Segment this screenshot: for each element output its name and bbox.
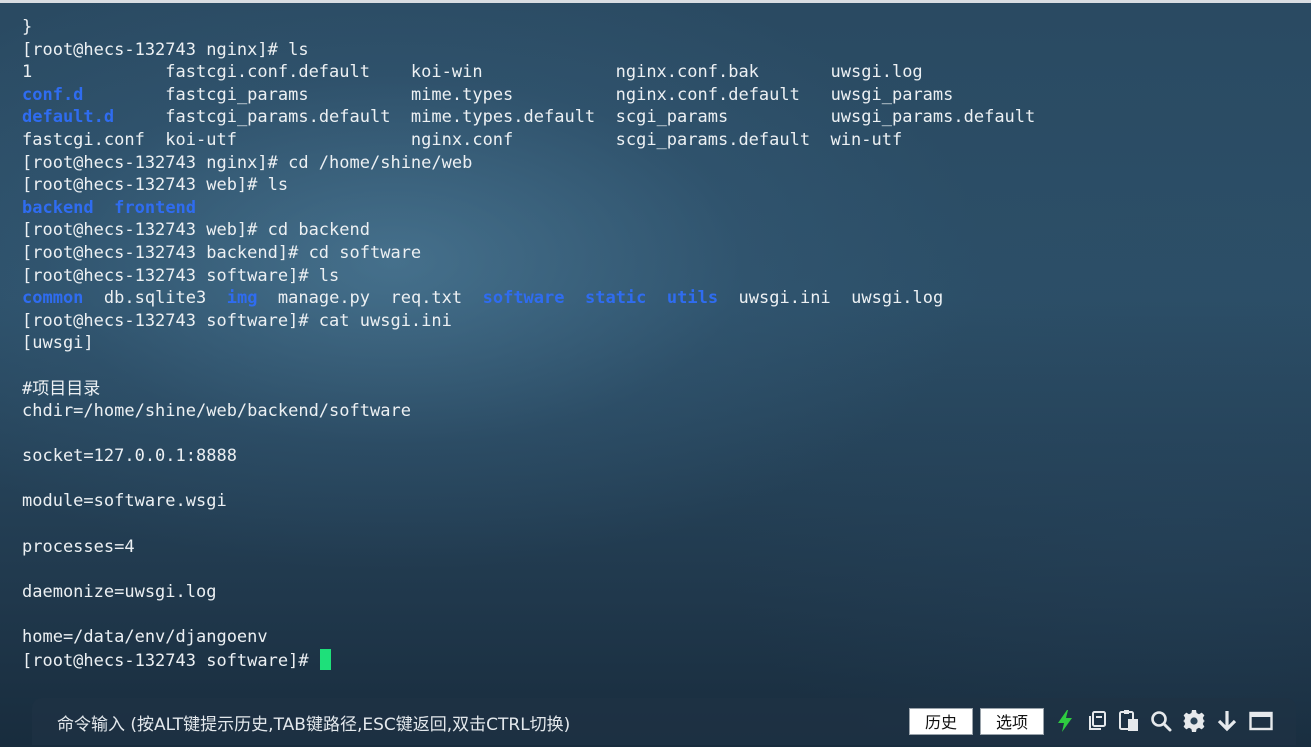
terminal-text: db.sqlite3 [83,288,227,309]
terminal-line: } [22,16,1292,39]
terminal-line: [root@hecs-132743 backend]# cd software [22,242,1292,265]
terminal-text: manage.py req.txt [257,288,483,309]
directory-name: frontend [114,197,197,218]
download-arrow-icon[interactable] [1215,709,1239,733]
gear-icon[interactable] [1182,709,1206,733]
window-top-border [0,0,1311,3]
command-input-hint[interactable]: 命令输入 (按ALT键提示历史,TAB键路径,ESC键返回,双击CTRL切换) [57,710,570,735]
terminal-text: socket=127.0.0.1:8888 [22,446,237,467]
terminal-line: #项目目录 [22,378,1292,401]
terminal-text: 1 fastcgi.conf.default koi-win nginx.con… [22,62,923,83]
directory-name: backend [22,197,94,218]
terminal-line: [root@hecs-132743 software]# cat uwsgi.i… [22,310,1292,333]
terminal-line: [root@hecs-132743 software]# [22,648,1292,672]
terminal-output[interactable]: } [root@hecs-132743 nginx]# ls 1 fastcgi.c… [22,16,1292,680]
terminal-text: fastcgi_params mime.types nginx.conf.def… [83,84,954,105]
window-icon[interactable] [1249,709,1273,733]
options-button[interactable]: 选项 [980,708,1044,735]
terminal-text: uwsgi.ini uwsgi.log [718,288,944,309]
directory-name: default.d [22,107,115,128]
terminal-line: conf.d fastcgi_params mime.types nginx.c… [22,84,1292,107]
lightning-icon[interactable] [1053,709,1077,733]
terminal-text: } [22,17,33,37]
history-button[interactable]: 历史 [909,708,973,735]
terminal-line: backend frontend [22,197,1292,220]
terminal-text: [root@hecs-132743 software]# ls [22,265,340,286]
terminal-line: [root@hecs-132743 nginx]# cd /home/shine… [22,152,1292,175]
terminal-cursor [319,648,331,670]
terminal-line: processes=4 [22,536,1292,559]
terminal-line: chdir=/home/shine/web/backend/software [22,400,1292,423]
terminal-line: fastcgi.conf koi-utf nginx.conf scgi_par… [22,129,1292,152]
terminal-line: [root@hecs-132743 software]# ls [22,265,1292,288]
terminal-line: 1 fastcgi.conf.default koi-win nginx.con… [22,61,1292,84]
directory-name: software [482,288,565,309]
terminal-text: module=software.wsgi [22,491,227,512]
directory-name: img [226,288,258,309]
terminal-text: fastcgi.conf koi-utf nginx.conf scgi_par… [22,129,903,150]
terminal-line: common db.sqlite3 img manage.py req.txt … [22,287,1292,310]
terminal-text: [root@hecs-132743 software]# cat uwsgi.i… [22,310,452,331]
terminal-text: fastcgi_params.default mime.types.defaul… [114,107,1036,128]
directory-name: static [584,288,647,309]
terminal-text: processes=4 [22,536,135,557]
directory-name: common [22,288,84,309]
terminal-line: [root@hecs-132743 web]# cd backend [22,219,1292,242]
directory-name: utils [666,288,719,309]
terminal-line: module=software.wsgi [22,490,1292,513]
terminal-text: daemonize=uwsgi.log [22,581,217,602]
directory-name: conf.d [22,84,84,105]
search-icon[interactable] [1149,709,1173,733]
terminal-text: [root@hecs-132743 nginx]# cd /home/shine… [22,152,473,173]
terminal-text: [root@hecs-132743 nginx]# ls [22,39,309,60]
terminal-text: [uwsgi] [22,333,94,354]
terminal-text: [root@hecs-132743 backend]# cd software [22,242,422,263]
terminal-text: [root@hecs-132743 web]# ls [22,175,289,196]
terminal-line: default.d fastcgi_params.default mime.ty… [22,106,1292,129]
terminal-text: [root@hecs-132743 software]# [22,650,319,671]
terminal-line: [root@hecs-132743 web]# ls [22,174,1292,197]
copy-icon[interactable] [1085,709,1109,733]
terminal-line: [uwsgi] [22,332,1292,355]
terminal-text: #项目目录 [22,378,101,399]
terminal-line: [root@hecs-132743 nginx]# ls [22,39,1292,62]
terminal-text: chdir=/home/shine/web/backend/software [22,401,411,422]
terminal-line: socket=127.0.0.1:8888 [22,445,1292,468]
paste-icon[interactable] [1117,709,1141,733]
terminal-text: [root@hecs-132743 web]# cd backend [22,220,370,241]
command-input-bar[interactable]: 命令输入 (按ALT键提示历史,TAB键路径,ESC键返回,双击CTRL切换) … [32,698,1296,745]
terminal-text: home=/data/env/djangoenv [22,627,268,648]
terminal-line: home=/data/env/djangoenv [22,626,1292,649]
terminal-line: daemonize=uwsgi.log [22,581,1292,604]
